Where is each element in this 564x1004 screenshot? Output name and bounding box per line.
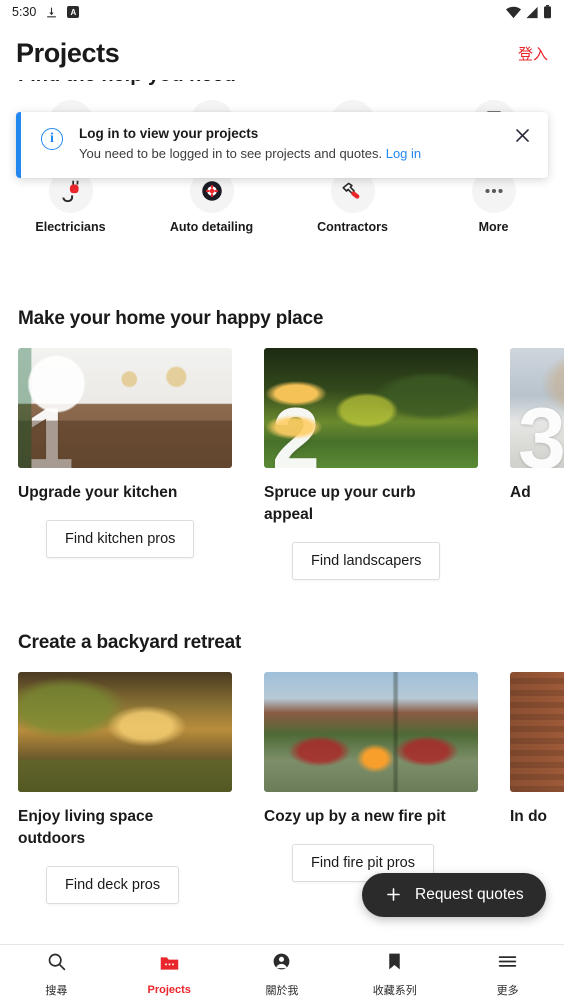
login-link[interactable]: 登入 bbox=[518, 43, 548, 64]
category-item-more[interactable]: More bbox=[423, 169, 564, 234]
card-title: Cozy up by a new fire pit bbox=[264, 808, 446, 825]
nav-label: Projects bbox=[147, 984, 191, 996]
nav-label: 收藏系列 bbox=[372, 985, 417, 997]
card-curb-appeal[interactable]: 2 Spruce up your curb appeal Find landsc… bbox=[264, 348, 478, 580]
banner-title: Log in to view your projects bbox=[79, 126, 259, 141]
login-banner: i Log in to view your projects You need … bbox=[16, 112, 548, 178]
hamburger-menu-icon bbox=[497, 951, 518, 977]
category-item-electricians[interactable]: Electricians bbox=[0, 169, 141, 234]
search-icon bbox=[46, 951, 67, 977]
kitchen-photo: 1 bbox=[18, 348, 232, 468]
patio-photo bbox=[18, 672, 232, 792]
find-landscapers-button[interactable]: Find landscapers bbox=[292, 542, 441, 580]
app-badge-icon: A bbox=[67, 6, 80, 18]
nav-item-collections[interactable]: 收藏系列 bbox=[338, 951, 451, 998]
status-bar: 5:30 A bbox=[0, 0, 564, 24]
section-happy-place: Make your home your happy place 1 Upgrad… bbox=[0, 308, 564, 580]
card-number: 1 bbox=[26, 391, 74, 468]
page-header: Projects 登入 bbox=[0, 24, 564, 79]
card-fire-pit[interactable]: Cozy up by a new fire pit Find fire pit … bbox=[264, 672, 478, 904]
card-number: 2 bbox=[272, 391, 320, 468]
outdoor-photo bbox=[510, 672, 564, 792]
category-label: Contractors bbox=[317, 220, 388, 234]
nav-label: 更多 bbox=[496, 985, 519, 997]
section-title: Make your home your happy place bbox=[18, 308, 324, 329]
card-number: 3 bbox=[518, 391, 564, 468]
nav-label: 搜尋 bbox=[45, 985, 68, 997]
nav-item-search[interactable]: 搜尋 bbox=[0, 951, 113, 998]
section-heading-clipped: Find the help you need bbox=[18, 80, 236, 87]
bathroom-photo: 3 bbox=[510, 348, 564, 468]
nav-item-projects[interactable]: Projects bbox=[113, 953, 226, 996]
battery-icon bbox=[543, 5, 552, 19]
card-living-space[interactable]: Enjoy living space outdoors Find deck pr… bbox=[18, 672, 232, 904]
status-bar-left: 5:30 A bbox=[12, 5, 80, 19]
close-icon[interactable] bbox=[513, 112, 548, 145]
request-quotes-button[interactable]: Request quotes bbox=[362, 873, 546, 917]
card-third-peek[interactable]: In do bbox=[510, 672, 564, 904]
garden-photo: 2 bbox=[264, 348, 478, 468]
request-quotes-label: Request quotes bbox=[415, 886, 524, 903]
bottom-navigation: 搜尋 Projects 關於我 收藏系列 更多 bbox=[0, 944, 564, 1004]
plus-icon bbox=[384, 885, 403, 904]
banner-accent-bar bbox=[16, 112, 21, 178]
info-circle-icon: i bbox=[41, 128, 63, 150]
download-icon bbox=[45, 6, 58, 19]
card-carousel[interactable]: 1 Upgrade your kitchen Find kitchen pros… bbox=[0, 348, 564, 580]
card-upgrade-kitchen[interactable]: 1 Upgrade your kitchen Find kitchen pros bbox=[18, 348, 232, 580]
cellular-signal-icon bbox=[525, 6, 539, 19]
card-third-peek[interactable]: 3 Ad bbox=[510, 348, 564, 580]
card-title: Enjoy living space outdoors bbox=[18, 808, 154, 847]
section-backyard-retreat: Create a backyard retreat Enjoy living s… bbox=[0, 632, 564, 904]
scroll-content[interactable]: Find the help you need Movers bbox=[0, 80, 564, 944]
card-title: In do bbox=[510, 808, 548, 825]
person-icon bbox=[271, 951, 292, 977]
app-root: 5:30 A Projects 登入 Electricians Auto det… bbox=[0, 0, 564, 1004]
category-item-auto-detailing[interactable]: Auto detailing bbox=[141, 169, 282, 234]
status-bar-time: 5:30 bbox=[12, 5, 37, 19]
category-item-contractors[interactable]: Contractors bbox=[282, 169, 423, 234]
find-deck-pros-button[interactable]: Find deck pros bbox=[46, 866, 180, 904]
nav-item-more[interactable]: 更多 bbox=[451, 951, 564, 998]
firepit-photo bbox=[264, 672, 478, 792]
projects-folder-icon bbox=[159, 953, 180, 979]
status-bar-right bbox=[506, 5, 552, 19]
banner-subtitle: You need to be logged in to see projects… bbox=[79, 145, 505, 163]
banner-login-link[interactable]: Log in bbox=[386, 146, 421, 161]
banner-text: Log in to view your projects You need to… bbox=[63, 112, 513, 177]
bookmark-icon bbox=[384, 951, 405, 977]
nav-item-about-me[interactable]: 關於我 bbox=[226, 951, 339, 998]
card-title: Upgrade your kitchen bbox=[18, 484, 178, 501]
nav-label: 關於我 bbox=[265, 985, 299, 997]
card-carousel[interactable]: Enjoy living space outdoors Find deck pr… bbox=[0, 672, 564, 904]
category-label: Auto detailing bbox=[169, 220, 254, 234]
find-kitchen-pros-button[interactable]: Find kitchen pros bbox=[46, 520, 195, 558]
category-label: More bbox=[478, 220, 509, 234]
page-title: Projects bbox=[16, 38, 120, 68]
category-label: Electricians bbox=[35, 220, 106, 234]
wifi-icon bbox=[506, 6, 521, 19]
banner-subtitle-text: You need to be logged in to see projects… bbox=[79, 146, 383, 162]
section-title: Create a backyard retreat bbox=[18, 632, 242, 653]
card-title: Spruce up your curb appeal bbox=[264, 484, 416, 523]
card-title: Ad bbox=[510, 484, 531, 501]
